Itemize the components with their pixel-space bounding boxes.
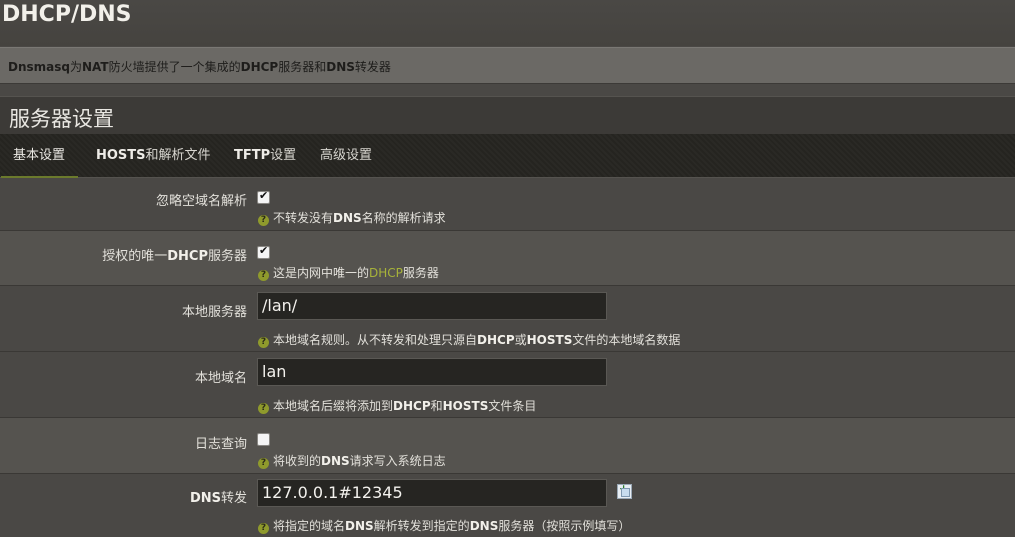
tab-advanced-settings[interactable]: 高级设置 xyxy=(320,134,372,176)
page-description: Dnsmasq为NAT防火墙提供了一个集成的DHCP服务器和DNS转发器 xyxy=(8,60,391,74)
help-icon: ? xyxy=(258,458,269,469)
tab-bar: 基本设置 HOSTS和解析文件 TFTP设置 高级设置 xyxy=(0,134,1015,178)
add-entry-icon[interactable]: + xyxy=(617,482,632,499)
local-domain-input[interactable]: lan xyxy=(257,358,607,386)
help-icon: ? xyxy=(258,403,269,414)
field-label: 授权的唯一DHCP服务器 xyxy=(102,249,247,264)
tab-tftp-settings[interactable]: TFTP设置 xyxy=(234,134,296,176)
field-help: ? 将指定的域名DNS解析转发到指定的DNS服务器（按照示例填写） xyxy=(258,517,630,534)
section-title: 服务器设置 xyxy=(9,107,114,131)
section-header: 服务器设置 xyxy=(0,96,1015,135)
field-label: DNS转发 xyxy=(189,491,247,506)
page-title: DHCP/DNS xyxy=(2,2,132,27)
help-icon: ? xyxy=(258,523,269,534)
domainneeded-checkbox[interactable]: ✔ xyxy=(257,189,270,204)
local-server-input[interactable]: /lan/ xyxy=(257,292,607,320)
dns-forward-input[interactable]: 127.0.0.1#12345 xyxy=(257,479,607,507)
help-icon: ? xyxy=(258,270,269,281)
field-help: ? 这是内网中唯一的DHCP服务器 xyxy=(258,264,439,281)
field-label: 本地服务器 xyxy=(181,305,247,320)
help-icon: ? xyxy=(258,215,269,226)
form-row-domain: 本地域名 lan ? 本地域名后缀将添加到DHCP和HOSTS文件条目 xyxy=(0,352,1015,418)
authoritative-checkbox[interactable]: ✔ xyxy=(257,244,270,259)
field-label: 忽略空域名解析 xyxy=(155,194,247,209)
form-row-logqueries: 日志查询 ? 将收到的DNS请求写入系统日志 xyxy=(0,418,1015,474)
tab-basic-settings[interactable]: 基本设置 xyxy=(1,134,79,178)
top-header: DHCP/DNS xyxy=(0,0,1015,46)
form-row-local: 本地服务器 /lan/ ? 本地域名规则。从不转发和处理只源自DHCP或HOSTS… xyxy=(0,286,1015,352)
form-row-domainneeded: 忽略空域名解析 ✔ ? 不转发没有DNS名称的解析请求 xyxy=(0,178,1015,231)
field-help: ? 不转发没有DNS名称的解析请求 xyxy=(258,209,446,226)
form-row-server: DNS转发 127.0.0.1#12345 ? 将指定的域名DNS解析转发到指定的… xyxy=(0,474,1015,537)
tab-hosts-and-resolv[interactable]: HOSTS和解析文件 xyxy=(96,134,211,176)
form-row-authoritative: 授权的唯一DHCP服务器 ✔ ? 这是内网中唯一的DHCP服务器 xyxy=(0,231,1015,286)
logqueries-checkbox[interactable] xyxy=(257,433,270,446)
field-help: ? 将收到的DNS请求写入系统日志 xyxy=(258,452,446,469)
help-icon: ? xyxy=(258,337,269,348)
field-help: ? 本地域名规则。从不转发和处理只源自DHCP或HOSTS文件的本地域名数据 xyxy=(258,331,680,348)
field-label: 日志查询 xyxy=(194,437,247,452)
description-bar: Dnsmasq为NAT防火墙提供了一个集成的DHCP服务器和DNS转发器 xyxy=(0,47,1015,84)
field-help: ? 本地域名后缀将添加到DHCP和HOSTS文件条目 xyxy=(258,397,536,414)
field-label: 本地域名 xyxy=(194,371,247,386)
